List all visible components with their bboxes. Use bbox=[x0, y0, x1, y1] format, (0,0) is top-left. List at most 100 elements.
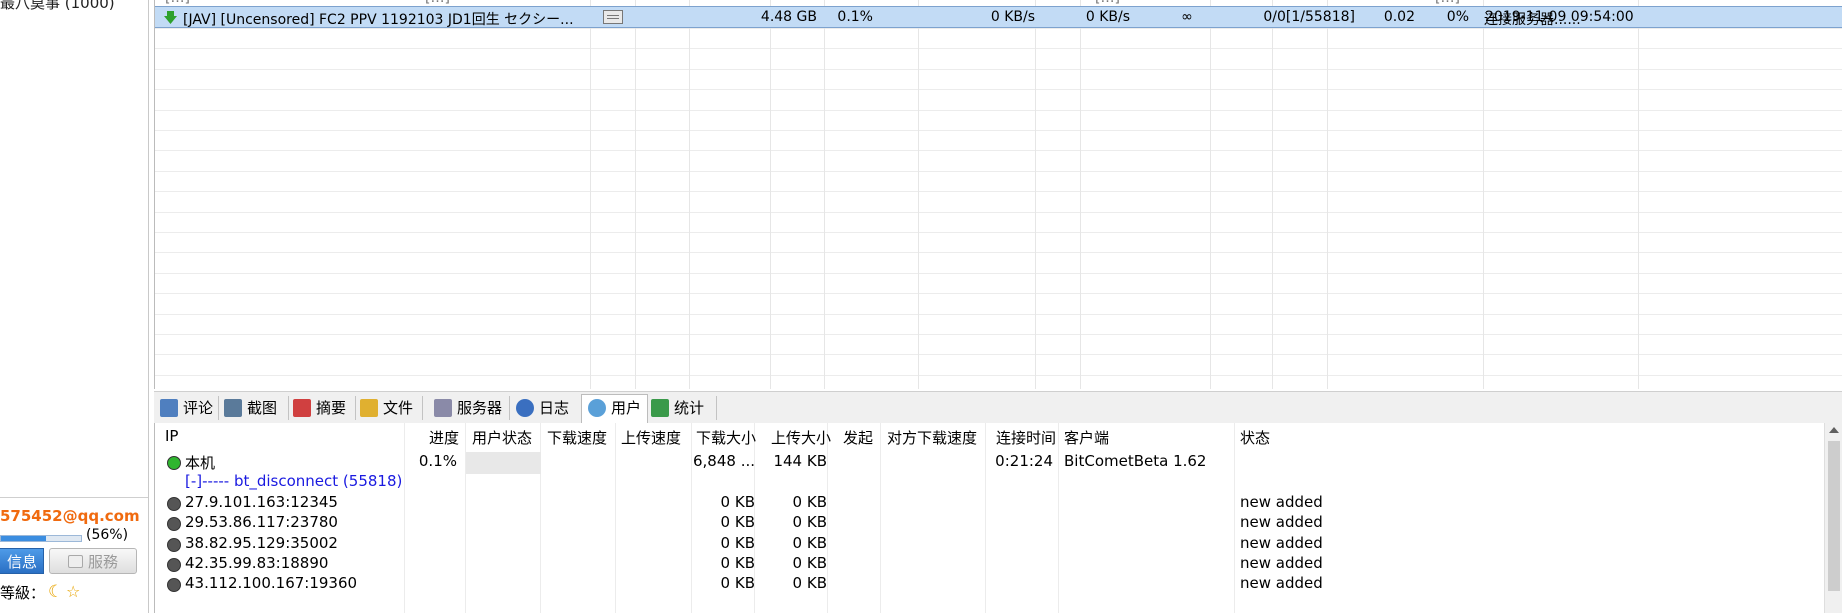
column-gridline bbox=[1272, 0, 1273, 389]
torrent-added-time: 2019-11-09 09:54:00 bbox=[1485, 9, 1634, 25]
column-gridline bbox=[1080, 0, 1081, 389]
row-gridline bbox=[155, 89, 1842, 90]
row-gridline bbox=[155, 354, 1842, 355]
torrent-row-selected[interactable]: [JAV] [Uncensored] FC2 PPV 1192103 JD1回生… bbox=[155, 6, 1842, 28]
peer-upload-size: 0 KB bbox=[792, 513, 827, 532]
column-gridline bbox=[1638, 0, 1639, 389]
column-gridline bbox=[1035, 0, 1036, 389]
column-gridline bbox=[1234, 423, 1235, 613]
peer-ip: 42.35.99.83:18890 bbox=[185, 554, 329, 572]
detail-tab-bar: 评论 截图 摘要 文件 服务器 日志 用户 统计 bbox=[154, 391, 1842, 424]
service-button[interactable]: 服務 bbox=[49, 548, 137, 574]
col-upload-speed-header[interactable]: 上传速度 bbox=[621, 427, 681, 448]
col-upload-size-header[interactable]: 上传大小 bbox=[771, 427, 831, 448]
log-icon bbox=[516, 399, 534, 417]
col-download-speed-header[interactable]: 下载速度 bbox=[547, 427, 607, 448]
peer-ip: 38.82.95.129:35002 bbox=[185, 533, 338, 552]
tab-label: 截图 bbox=[247, 399, 278, 417]
tab-label: 摘要 bbox=[316, 399, 347, 417]
tab-screenshots[interactable]: 截图 bbox=[224, 395, 277, 421]
peer-ip: 本机 bbox=[185, 454, 216, 472]
tab-label: 服务器 bbox=[457, 399, 503, 417]
row-gridline bbox=[155, 252, 1842, 253]
col-status-header[interactable]: 状态 bbox=[1240, 427, 1270, 448]
peer-icon bbox=[167, 517, 181, 532]
peer-upload-size: 0 KB bbox=[792, 574, 827, 593]
col-remote-download-speed-header[interactable]: 对方下载速度 bbox=[887, 427, 977, 448]
tab-summary[interactable]: 摘要 bbox=[293, 395, 346, 421]
col-ip-header[interactable]: IP bbox=[165, 427, 178, 445]
peer-upload-size: 0 KB bbox=[792, 533, 827, 552]
column-gridline bbox=[824, 0, 825, 389]
screenshot-icon bbox=[224, 399, 242, 417]
col-user-status-header[interactable]: 用户状态 bbox=[472, 427, 532, 448]
torrent-list[interactable]: […] […] […] […] [JAV] [Uncensored] FC2 P… bbox=[154, 0, 1842, 389]
peer-ip: 29.53.86.117:23780 bbox=[185, 513, 338, 532]
left-panel: 最八莫事 (1000) 575452@qq.com (56%) 信息 服務 等級… bbox=[0, 0, 149, 613]
peer-list[interactable]: IP 进度 用户状态 下载速度 上传速度 下载大小 上传大小 发起 对方下载速度 连接时间 客户端 状… bbox=[154, 423, 1842, 613]
row-gridline bbox=[155, 110, 1842, 111]
col-progress-header[interactable]: 进度 bbox=[429, 427, 459, 448]
summary-icon bbox=[293, 399, 311, 417]
column-gridline bbox=[880, 423, 881, 613]
tab-statistics[interactable]: 统计 bbox=[651, 395, 704, 421]
tab-peers[interactable]: 用户 bbox=[581, 394, 649, 424]
tab-servers[interactable]: 服务器 bbox=[434, 395, 502, 421]
tab-label: 用户 bbox=[611, 399, 642, 417]
torrent-progress: 0.1% bbox=[837, 9, 873, 25]
col-download-size-header[interactable]: 下载大小 bbox=[696, 427, 756, 448]
peer-status: new added bbox=[1240, 574, 1323, 593]
printer-icon bbox=[67, 555, 83, 568]
quota-percent: (56%) bbox=[86, 527, 129, 543]
row-gridline bbox=[155, 191, 1842, 192]
tab-label: 日志 bbox=[539, 399, 570, 417]
torrent-seeds-peers: 0/0[1/55818] bbox=[1263, 9, 1355, 25]
vertical-scrollbar[interactable] bbox=[1824, 423, 1842, 613]
peer-upload-size: 0 KB bbox=[792, 554, 827, 572]
row-gridline bbox=[155, 232, 1842, 233]
row-gridline bbox=[155, 150, 1842, 151]
tab-files[interactable]: 文件 bbox=[360, 395, 413, 421]
user-status-cell bbox=[466, 452, 541, 474]
moon-icon: ☾ bbox=[48, 582, 64, 602]
peer-download-size: 0 KB bbox=[720, 533, 755, 552]
peer-icon bbox=[167, 496, 181, 511]
torrent-download-speed: 0 KB/s bbox=[990, 9, 1035, 25]
torrent-share-ratio: 0.02 bbox=[1383, 9, 1415, 25]
torrent-name: [JAV] [Uncensored] FC2 PPV 1192103 JD1回生… bbox=[183, 12, 574, 28]
column-gridline bbox=[1210, 0, 1211, 389]
service-button-label: 服務 bbox=[87, 553, 118, 571]
column-gridline bbox=[1483, 0, 1484, 389]
torrent-size: 4.48 GB bbox=[760, 9, 817, 25]
peer-status: new added bbox=[1240, 533, 1323, 552]
torrent-row-partial[interactable]: […] […] […] […] bbox=[155, 0, 1842, 6]
peer-download-size: 0 KB bbox=[720, 554, 755, 572]
col-connect-time-header[interactable]: 连接时间 bbox=[996, 427, 1056, 448]
row-gridline bbox=[155, 273, 1842, 274]
column-gridline bbox=[918, 0, 919, 389]
col-client-header[interactable]: 客户端 bbox=[1064, 427, 1109, 448]
row-gridline bbox=[155, 212, 1842, 213]
download-arrow-icon bbox=[164, 11, 177, 24]
row-gridline bbox=[155, 171, 1842, 172]
row-gridline bbox=[155, 334, 1842, 335]
divider bbox=[0, 497, 148, 498]
category-item[interactable]: 最八莫事 (1000) bbox=[0, 0, 115, 13]
info-button[interactable]: 信息 bbox=[0, 548, 44, 574]
scroll-up-icon[interactable] bbox=[1829, 427, 1839, 433]
column-gridline bbox=[590, 0, 591, 389]
tab-log[interactable]: 日志 bbox=[516, 395, 569, 421]
column-gridline bbox=[827, 423, 828, 613]
column-gridline bbox=[770, 0, 771, 389]
col-initiated-header[interactable]: 发起 bbox=[843, 427, 873, 448]
peer-download-size: 0 KB bbox=[720, 492, 755, 511]
row-gridline bbox=[155, 69, 1842, 70]
row-gridline bbox=[155, 375, 1842, 376]
scroll-thumb[interactable] bbox=[1828, 441, 1840, 591]
column-gridline bbox=[1327, 0, 1328, 389]
tab-label: 文件 bbox=[383, 399, 414, 417]
local-peer-icon bbox=[167, 456, 181, 470]
column-gridline bbox=[689, 0, 690, 389]
peer-status: new added bbox=[1240, 513, 1323, 532]
tab-comments[interactable]: 评论 bbox=[160, 395, 213, 421]
